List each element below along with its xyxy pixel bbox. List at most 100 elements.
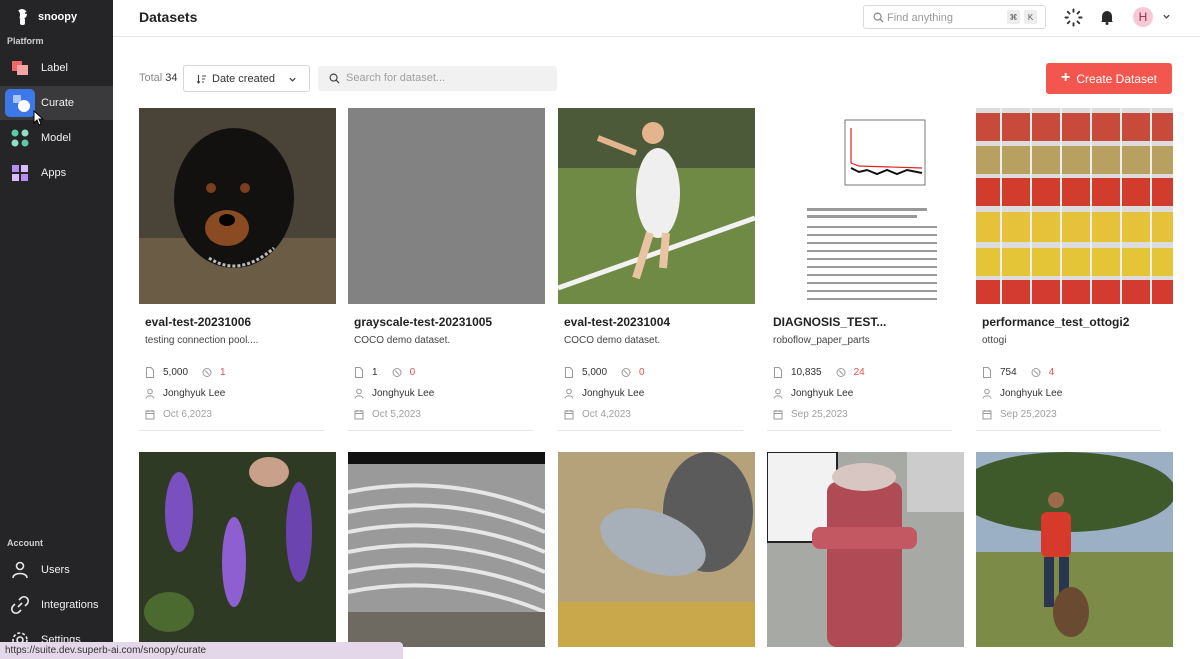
dataset-date-row: Oct 6,2023 — [145, 407, 212, 421]
man-dog-thumbnail-image — [976, 452, 1173, 647]
dataset-thumbnail[interactable] — [558, 452, 755, 647]
dataset-thumbnail[interactable] — [348, 108, 545, 304]
dataset-description: COCO demo dataset. — [564, 335, 661, 346]
dog-thumbnail-image — [139, 108, 336, 304]
card-divider — [767, 430, 952, 431]
user-icon — [145, 388, 155, 399]
dataset-thumbnail[interactable] — [976, 108, 1173, 304]
calendar-icon — [982, 409, 992, 419]
issue-count: 0 — [409, 366, 416, 378]
brand-name: snoopy — [38, 11, 78, 23]
hydrant-thumbnail-image — [767, 452, 964, 647]
dataset-thumbnail[interactable] — [767, 452, 964, 647]
dataset-owner-row: Jonghyuk Lee — [145, 386, 225, 400]
dataset-owner: Jonghyuk Lee — [163, 387, 226, 399]
dataset-thumbnail[interactable] — [767, 108, 964, 304]
label-icon — [12, 61, 28, 75]
dataset-owner: Jonghyuk Lee — [791, 387, 854, 399]
sidebar-item-apps[interactable]: Apps — [0, 156, 113, 190]
file-icon — [355, 366, 363, 378]
paper-thumbnail-image — [767, 108, 964, 304]
mouse-pointer-icon — [33, 110, 45, 126]
dataset-date-row: Sep 25,2023 — [773, 407, 848, 421]
chevron-down-icon — [289, 77, 296, 82]
image-count: 5,000 — [163, 366, 189, 378]
dataset-owner-row: Jonghyuk Lee — [773, 386, 853, 400]
dataset-date-row: Oct 5,2023 — [354, 407, 421, 421]
sidebar-item-curate-text: Curate — [41, 97, 75, 109]
fish-thumbnail-image — [558, 452, 755, 647]
loading-spinner-icon[interactable] — [1064, 8, 1083, 27]
image-count: 1 — [372, 366, 378, 378]
dataset-owner: Jonghyuk Lee — [582, 387, 645, 399]
dataset-thumbnail[interactable] — [976, 452, 1173, 647]
dataset-description: ottogi — [982, 335, 1007, 346]
user-icon — [564, 388, 574, 399]
sidebar-item-users-text: Users — [41, 564, 70, 576]
sidebar-item-apps-text: Apps — [41, 167, 67, 179]
sort-icon — [196, 75, 206, 84]
sort-value: Date created — [212, 73, 275, 85]
issue-count: 0 — [639, 366, 645, 378]
dataset-thumbnail[interactable] — [558, 108, 755, 304]
dataset-date: Oct 6,2023 — [163, 408, 212, 420]
dataset-stats: 10,835 24 — [773, 365, 865, 379]
dataset-owner: Jonghyuk Lee — [372, 387, 435, 399]
file-icon — [774, 366, 782, 378]
grayscale-thumbnail-image — [348, 108, 545, 304]
calendar-icon — [773, 409, 783, 419]
sidebar-item-label-text: Label — [41, 62, 68, 74]
dataset-search-input[interactable]: Search for dataset... — [318, 66, 557, 91]
sidebar-item-users[interactable]: Users — [0, 553, 113, 587]
user-avatar[interactable]: H — [1133, 7, 1153, 27]
user-icon — [982, 388, 992, 399]
issue-icon — [202, 367, 212, 377]
dataset-name[interactable]: grayscale-test-20231005 — [354, 315, 492, 329]
model-icon — [11, 129, 29, 147]
brand[interactable]: snoopy — [12, 6, 77, 28]
dataset-name[interactable]: performance_test_ottogi2 — [982, 315, 1129, 329]
dataset-name[interactable]: eval-test-20231006 — [145, 315, 251, 329]
sidebar-item-curate[interactable]: Curate — [0, 86, 113, 120]
notification-bell-icon[interactable] — [1100, 9, 1114, 25]
global-search-input[interactable]: Find anything ⌘ K — [863, 5, 1046, 29]
dataset-description: COCO demo dataset. — [354, 335, 451, 346]
total-value: 34 — [165, 72, 178, 84]
snoopy-logo-icon — [16, 9, 27, 25]
calendar-icon — [564, 409, 574, 419]
global-search-placeholder: Find anything — [887, 12, 954, 24]
dataset-date: Sep 25,2023 — [1000, 408, 1057, 420]
dataset-owner: Jonghyuk Lee — [1000, 387, 1063, 399]
sidebar-item-integrations[interactable]: Integrations — [0, 588, 113, 622]
file-icon — [565, 366, 573, 378]
sidebar-item-label[interactable]: Label — [0, 51, 113, 85]
dataset-name[interactable]: eval-test-20231004 — [564, 315, 670, 329]
user-icon — [354, 388, 364, 399]
dataset-thumbnail[interactable] — [139, 452, 336, 647]
create-dataset-button[interactable]: + Create Dataset — [1046, 63, 1172, 94]
dataset-description: testing connection pool.... — [145, 335, 259, 346]
dataset-name[interactable]: DIAGNOSIS_TEST... — [773, 315, 886, 329]
issue-icon — [836, 367, 846, 377]
dataset-owner-row: Jonghyuk Lee — [564, 386, 644, 400]
issue-count: 4 — [1048, 366, 1055, 378]
sidebar: snoopy Platform Label Curate Model Apps … — [0, 0, 113, 659]
dataset-date: Sep 25,2023 — [791, 408, 848, 420]
shortcut-key-cmd: ⌘ — [1007, 10, 1020, 24]
search-icon — [329, 73, 340, 84]
dataset-owner-row: Jonghyuk Lee — [982, 386, 1062, 400]
apps-icon — [12, 165, 28, 181]
chevron-down-icon[interactable] — [1162, 12, 1171, 21]
section-label-platform: Platform — [7, 36, 44, 46]
dataset-thumbnail[interactable] — [348, 452, 545, 647]
dataset-date-row: Oct 4,2023 — [564, 407, 631, 421]
image-count: 754 — [1000, 366, 1017, 378]
issue-icon — [1031, 367, 1041, 377]
cables-thumbnail-image — [348, 452, 545, 647]
sidebar-item-model[interactable]: Model — [0, 121, 113, 155]
dataset-thumbnail[interactable] — [139, 108, 336, 304]
dataset-stats: 5,000 0 — [564, 365, 645, 379]
sort-dropdown[interactable]: Date created — [183, 65, 310, 92]
user-icon — [12, 561, 28, 579]
link-icon — [10, 595, 30, 615]
